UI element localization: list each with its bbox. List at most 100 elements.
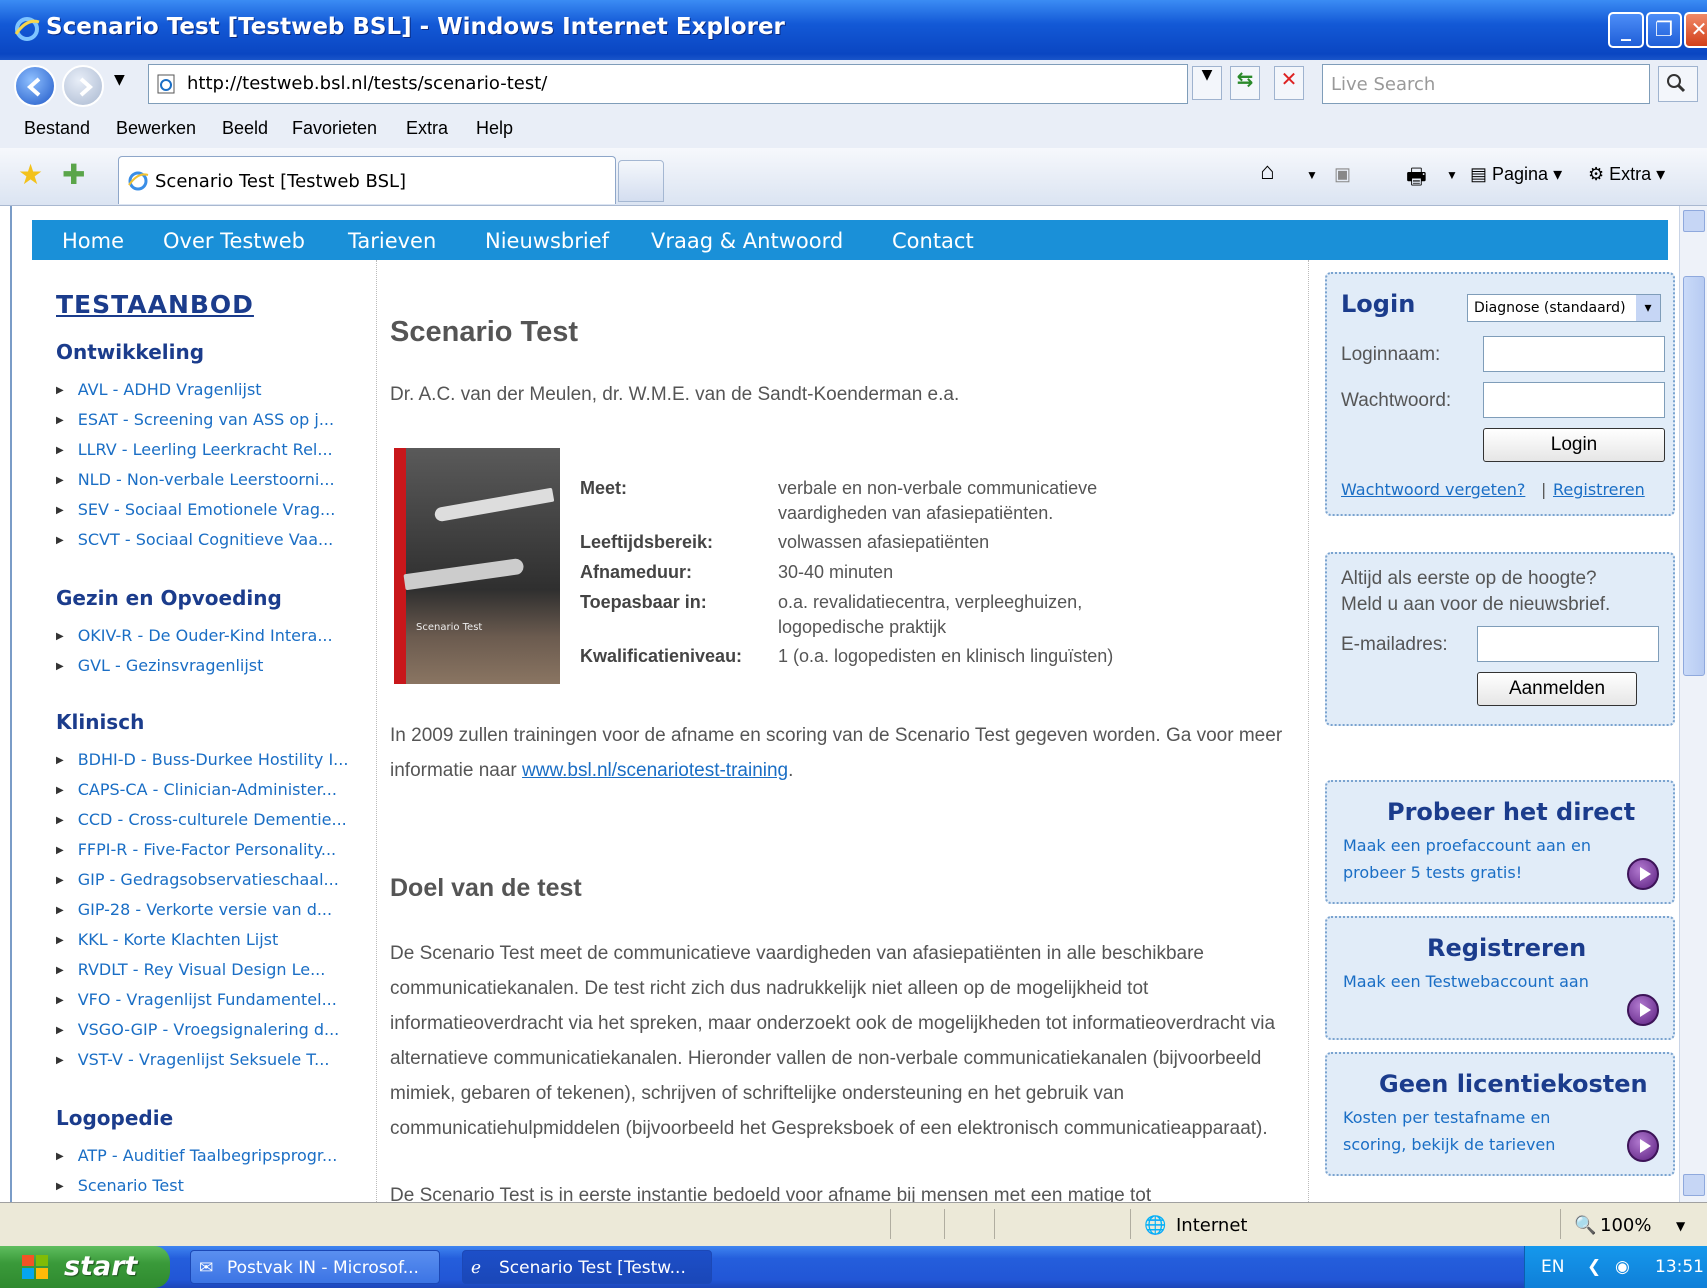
menu-extra[interactable]: Extra bbox=[406, 118, 448, 139]
cover-hand bbox=[403, 557, 525, 591]
sidebar-item[interactable]: VST-V - Vragenlijst Seksuele T... bbox=[56, 1050, 330, 1069]
search-button[interactable] bbox=[1658, 66, 1698, 102]
register-link[interactable]: Registreren bbox=[1553, 480, 1645, 499]
arrow-right-icon[interactable] bbox=[1627, 858, 1659, 890]
sidebar-item[interactable]: RVDLT - Rey Visual Design Le... bbox=[56, 960, 326, 979]
login-box: Login Diagnose (standaard) ▾ Loginnaam: … bbox=[1325, 272, 1675, 516]
start-label: start bbox=[64, 1251, 138, 1282]
sidebar-item[interactable]: KKL - Korte Klachten Lijst bbox=[56, 930, 279, 949]
sidebar-item[interactable]: Scenario Test bbox=[56, 1176, 184, 1195]
sidebar-item[interactable]: NLD - Non-verbale Leerstoorni... bbox=[56, 470, 335, 489]
sidebar-item[interactable]: GIP-28 - Verkorte versie van d... bbox=[56, 900, 332, 919]
sidebar-item[interactable]: GVL - Gezinsvragenlijst bbox=[56, 656, 264, 675]
nav-contact[interactable]: Contact bbox=[892, 229, 974, 253]
nav-home[interactable]: Home bbox=[62, 229, 124, 253]
back-button[interactable] bbox=[14, 65, 56, 107]
minimize-button[interactable]: _ bbox=[1608, 12, 1644, 48]
page-menu-button[interactable]: ▤ Pagina ▾ bbox=[1470, 164, 1562, 185]
home-dropdown-icon[interactable]: ▼ bbox=[1306, 168, 1318, 182]
menu-beeld[interactable]: Beeld bbox=[222, 118, 268, 139]
zoom-dropdown-icon[interactable]: ▼ bbox=[1676, 1219, 1685, 1233]
favorites-star-icon[interactable]: ★ bbox=[18, 158, 43, 191]
username-input[interactable] bbox=[1483, 336, 1665, 372]
scroll-thumb[interactable] bbox=[1683, 276, 1705, 676]
print-dropdown-icon[interactable]: ▼ bbox=[1446, 168, 1458, 182]
page-title: Scenario Test bbox=[390, 316, 579, 348]
email-label: E-mailadres: bbox=[1341, 634, 1448, 655]
newsletter-text-1: Altijd als eerste op de hoogte? bbox=[1341, 568, 1597, 589]
feeds-icon[interactable]: ▣ bbox=[1334, 164, 1351, 185]
stop-button[interactable]: ✕ bbox=[1274, 66, 1304, 100]
login-button[interactable]: Login bbox=[1483, 428, 1665, 462]
login-type-select[interactable]: Diagnose (standaard) ▾ bbox=[1467, 294, 1661, 322]
refresh-button[interactable]: ⇆ bbox=[1230, 66, 1260, 100]
task-outlook[interactable]: ✉ Postvak IN - Microsof... bbox=[190, 1250, 440, 1284]
nav-tarieven[interactable]: Tarieven bbox=[348, 229, 436, 253]
zoom-level[interactable]: 100% bbox=[1600, 1215, 1651, 1236]
scroll-up-icon[interactable] bbox=[1683, 210, 1705, 232]
menu-bestand[interactable]: Bestand bbox=[24, 118, 90, 139]
scroll-down-icon[interactable] bbox=[1683, 1174, 1705, 1196]
sidebar-item[interactable]: AVL - ADHD Vragenlijst bbox=[56, 380, 262, 399]
sidebar-item[interactable]: ATP - Auditief Taalbegripsprogr... bbox=[56, 1146, 338, 1165]
email-input[interactable] bbox=[1477, 626, 1659, 662]
history-dropdown-icon[interactable]: ▼ bbox=[114, 72, 125, 88]
tray-arrow-icon[interactable]: ❮ bbox=[1587, 1257, 1601, 1277]
print-icon[interactable]: 🖶 bbox=[1406, 160, 1427, 198]
forward-button[interactable] bbox=[62, 65, 104, 107]
detail-label: Afnameduur: bbox=[580, 562, 692, 582]
link-separator: | bbox=[1541, 480, 1547, 499]
sidebar-item[interactable]: SCVT - Sociaal Cognitieve Vaa... bbox=[56, 530, 334, 549]
menu-help[interactable]: Help bbox=[476, 118, 513, 139]
sidebar-item[interactable]: ESAT - Screening van ASS op j... bbox=[56, 410, 334, 429]
arrow-right-icon[interactable] bbox=[1627, 994, 1659, 1026]
address-field[interactable]: http://testweb.bsl.nl/tests/scenario-tes… bbox=[148, 64, 1188, 104]
nav-nieuwsbrief[interactable]: Nieuwsbrief bbox=[485, 229, 609, 253]
sidebar-heading[interactable]: TESTAANBOD bbox=[56, 290, 254, 319]
search-input[interactable]: Live Search bbox=[1322, 64, 1650, 104]
promo-text: Maak een proefaccount aan en probeer 5 t… bbox=[1343, 836, 1591, 882]
start-button[interactable]: start bbox=[0, 1246, 170, 1288]
tray-app-icon[interactable]: ◉ bbox=[1615, 1257, 1630, 1277]
menu-favorieten[interactable]: Favorieten bbox=[292, 118, 377, 139]
language-indicator[interactable]: EN bbox=[1541, 1257, 1564, 1277]
detail-value: 30-40 minuten bbox=[778, 562, 894, 582]
newsletter-box: Altijd als eerste op de hoogte? Meld u a… bbox=[1325, 552, 1675, 726]
subscribe-button[interactable]: Aanmelden bbox=[1477, 672, 1637, 706]
status-divider bbox=[944, 1209, 945, 1239]
home-icon[interactable]: ⌂ bbox=[1260, 158, 1275, 186]
close-button[interactable]: ✕ bbox=[1684, 12, 1707, 48]
promo-try-box[interactable]: Probeer het direct Maak een proefaccount… bbox=[1325, 780, 1675, 904]
sidebar-item[interactable]: CAPS-CA - Clinician-Administer... bbox=[56, 780, 337, 799]
restore-button[interactable]: ❐ bbox=[1646, 12, 1682, 48]
arrow-right-icon[interactable] bbox=[1627, 1130, 1659, 1162]
tools-menu-button[interactable]: ⚙ Extra ▾ bbox=[1588, 164, 1665, 185]
browser-tab[interactable]: Scenario Test [Testweb BSL] bbox=[118, 156, 616, 204]
sidebar-item[interactable]: FFPI-R - Five-Factor Personality... bbox=[56, 840, 336, 859]
vertical-scrollbar[interactable] bbox=[1679, 206, 1707, 1202]
ie-logo-icon bbox=[14, 17, 40, 41]
menu-bewerken[interactable]: Bewerken bbox=[116, 118, 196, 139]
sidebar-item[interactable]: SEV - Sociaal Emotionele Vrag... bbox=[56, 500, 336, 519]
task-ie[interactable]: ℯ Scenario Test [Testw... bbox=[462, 1250, 712, 1284]
training-link[interactable]: www.bsl.nl/scenariotest-training bbox=[522, 760, 788, 781]
add-favorite-icon[interactable]: ✚ bbox=[62, 158, 85, 191]
sidebar-item[interactable]: VFO - Vragenlijst Fundamentel... bbox=[56, 990, 337, 1009]
password-input[interactable] bbox=[1483, 382, 1665, 418]
sidebar-item[interactable]: VSGO-GIP - Vroegsignalering d... bbox=[56, 1020, 340, 1039]
menu-bar: Bestand Bewerken Beeld Favorieten Extra … bbox=[0, 108, 1707, 148]
sidebar-item[interactable]: LLRV - Leerling Leerkracht Rel... bbox=[56, 440, 333, 459]
forgot-password-link[interactable]: Wachtwoord vergeten? bbox=[1341, 480, 1525, 499]
tab-ie-icon bbox=[128, 171, 149, 191]
tab-label: Scenario Test [Testweb BSL] bbox=[155, 171, 407, 192]
nav-vraag-antwoord[interactable]: Vraag & Antwoord bbox=[651, 229, 843, 253]
sidebar-item[interactable]: CCD - Cross-culturele Dementie... bbox=[56, 810, 347, 829]
address-dropdown-button[interactable]: ▼ bbox=[1192, 66, 1222, 100]
promo-license-box[interactable]: Geen licentiekosten Kosten per testafnam… bbox=[1325, 1052, 1675, 1176]
sidebar-item[interactable]: GIP - Gedragsobservatieschaal... bbox=[56, 870, 339, 889]
new-tab-button[interactable] bbox=[618, 160, 664, 202]
sidebar-item[interactable]: BDHI-D - Buss-Durkee Hostility I... bbox=[56, 750, 349, 769]
nav-over-testweb[interactable]: Over Testweb bbox=[163, 229, 305, 253]
promo-register-box[interactable]: Registreren Maak een Testwebaccount aan bbox=[1325, 916, 1675, 1040]
sidebar-item[interactable]: OKIV-R - De Ouder-Kind Intera... bbox=[56, 626, 333, 645]
